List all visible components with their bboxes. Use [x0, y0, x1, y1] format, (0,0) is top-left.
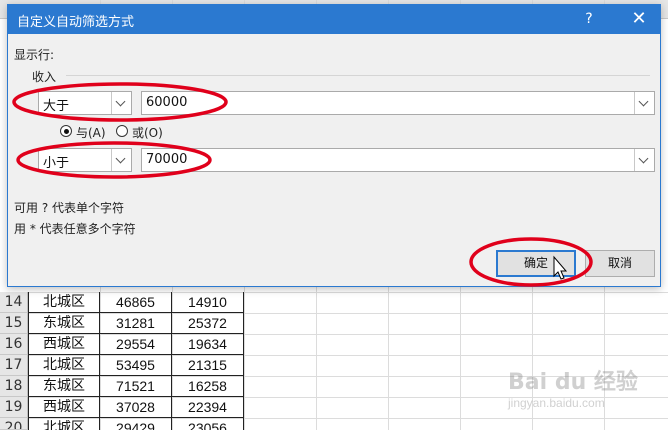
- table-cell-district[interactable]: 北城区: [28, 355, 100, 376]
- radio-and-label: 与(A): [76, 126, 106, 140]
- table-cell-district[interactable]: 西城区: [28, 397, 100, 418]
- hint-multi-char: 用 * 代表任意多个字符: [14, 222, 136, 236]
- field-name-label: 收入: [32, 70, 57, 84]
- table-cell-value[interactable]: 19634: [172, 334, 244, 355]
- condition2-value-dropdown[interactable]: [634, 149, 654, 171]
- row-header[interactable]: 20: [0, 418, 28, 430]
- hint-single-char: 可用 ? 代表单个字符: [14, 201, 124, 215]
- table-cell-value[interactable]: 46865: [100, 292, 172, 313]
- condition2-operator-dropdown[interactable]: [111, 149, 131, 171]
- condition1-value-input[interactable]: 60000: [141, 91, 655, 115]
- table-cell-value[interactable]: 25372: [172, 313, 244, 334]
- table-cell-value[interactable]: 14910: [172, 292, 244, 313]
- row-header[interactable]: 19: [0, 397, 28, 418]
- row-header[interactable]: 17: [0, 355, 28, 376]
- radio-and-indicator[interactable]: [60, 125, 72, 137]
- table-cell-value[interactable]: 71521: [100, 376, 172, 397]
- radio-or[interactable]: 或(O): [116, 124, 166, 140]
- help-button[interactable]: ?: [579, 9, 599, 29]
- condition2-operator-value: 小于: [43, 156, 70, 171]
- table-cell-value[interactable]: 53495: [100, 355, 172, 376]
- row-header[interactable]: 15: [0, 313, 28, 334]
- table-cell-district[interactable]: 东城区: [28, 376, 100, 397]
- chevron-down-icon: [638, 153, 649, 164]
- table-cell-district[interactable]: 北城区: [28, 418, 100, 430]
- radio-and[interactable]: 与(A): [60, 124, 110, 140]
- custom-autofilter-dialog: 自定义自动筛选方式 ? ✕ 显示行: 收入 大于 60000 与(A) 或(O)…: [7, 4, 661, 287]
- dialog-title: 自定义自动筛选方式: [17, 15, 135, 30]
- group-divider: [66, 75, 650, 76]
- watermark-logo: Bai du 经验: [508, 370, 638, 395]
- show-rows-label: 显示行:: [14, 48, 55, 62]
- table-cell-value[interactable]: 37028: [100, 397, 172, 418]
- ok-button[interactable]: 确定: [496, 250, 576, 277]
- cancel-button[interactable]: 取消: [585, 250, 655, 277]
- row-header[interactable]: 18: [0, 376, 28, 397]
- chevron-down-icon: [115, 96, 126, 107]
- dialog-titlebar[interactable]: 自定义自动筛选方式 ? ✕: [8, 5, 660, 34]
- row-header[interactable]: 14: [0, 292, 28, 313]
- table-cell-district[interactable]: 西城区: [28, 334, 100, 355]
- condition2-operator-select[interactable]: 小于: [38, 148, 132, 172]
- table-cell-district[interactable]: 东城区: [28, 313, 100, 334]
- watermark-url: jingyan.baidu.com: [508, 396, 605, 410]
- table-cell-value[interactable]: 16258: [172, 376, 244, 397]
- row-header[interactable]: 16: [0, 334, 28, 355]
- radio-or-label: 或(O): [132, 126, 163, 140]
- radio-or-indicator[interactable]: [116, 125, 128, 137]
- chevron-down-icon: [638, 96, 649, 107]
- close-button[interactable]: ✕: [628, 9, 650, 29]
- chevron-down-icon: [115, 153, 126, 164]
- condition1-value-text: 60000: [146, 95, 188, 110]
- table-cell-value[interactable]: 22394: [172, 397, 244, 418]
- table-cell-district[interactable]: 北城区: [28, 292, 100, 313]
- condition1-value-dropdown[interactable]: [634, 92, 654, 114]
- table-cell-value[interactable]: 21315: [172, 355, 244, 376]
- table-cell-value[interactable]: 31281: [100, 313, 172, 334]
- condition2-value-input[interactable]: 70000: [141, 148, 655, 172]
- table-cell-value[interactable]: 23056: [172, 418, 244, 430]
- condition1-operator-value: 大于: [43, 99, 70, 114]
- table-cell-value[interactable]: 29554: [100, 334, 172, 355]
- condition1-operator-dropdown[interactable]: [111, 92, 131, 114]
- condition1-operator-select[interactable]: 大于: [38, 91, 132, 115]
- table-cell-value[interactable]: 29429: [100, 418, 172, 430]
- condition2-value-text: 70000: [146, 152, 188, 167]
